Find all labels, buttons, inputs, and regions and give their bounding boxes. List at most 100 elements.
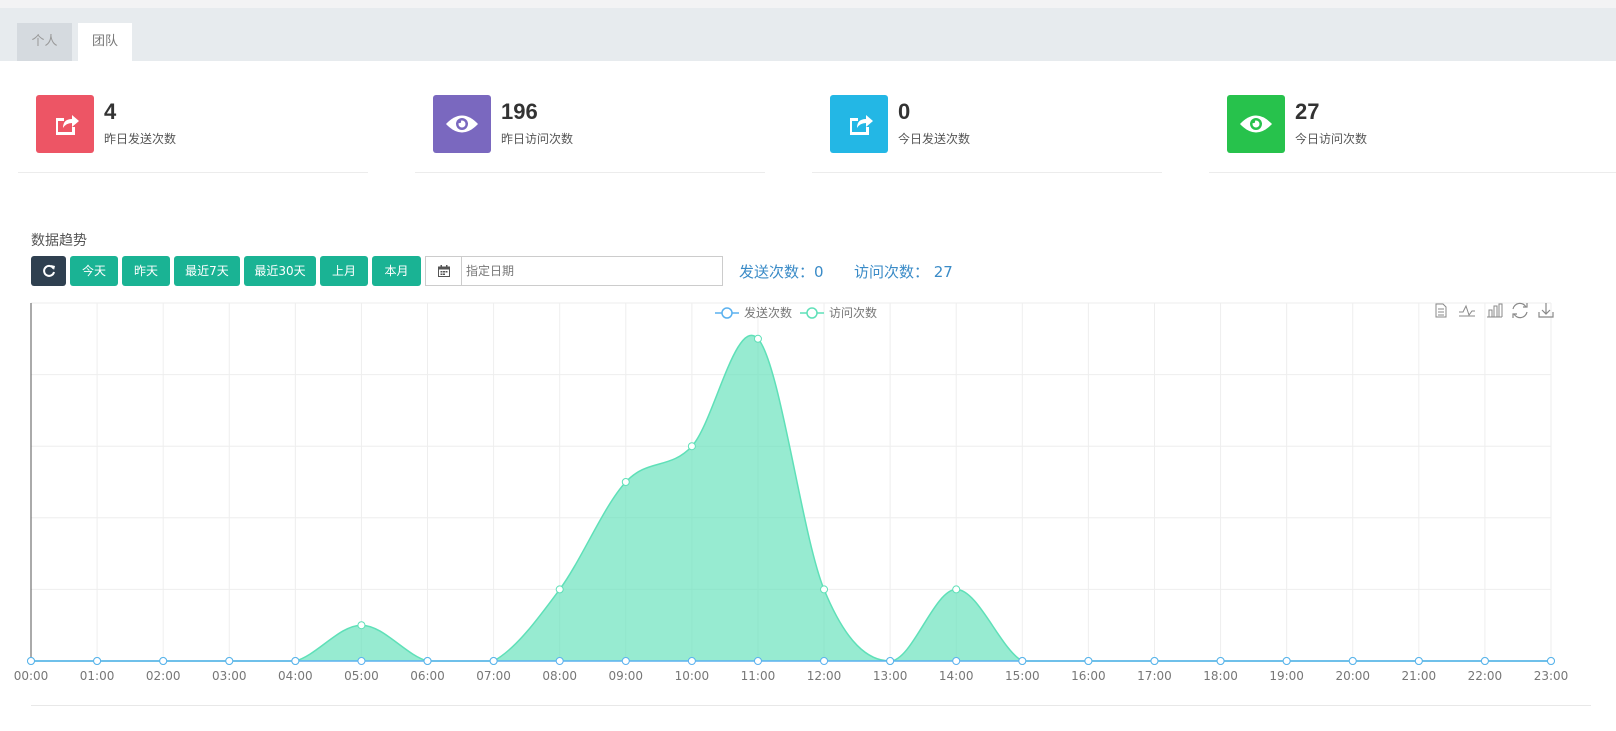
legend-marker <box>721 307 733 319</box>
calendar-icon[interactable] <box>426 257 462 285</box>
x-tick-label: 08:00 <box>542 669 577 683</box>
stat-label: 今日访问次数 <box>1295 132 1368 146</box>
stat-card-today-send: 0 今日发送次数 <box>812 95 1162 173</box>
data-point-sends <box>1282 657 1291 665</box>
eye-icon <box>433 95 491 153</box>
data-point-sends <box>1216 657 1225 665</box>
x-tick-label: 09:00 <box>608 669 643 683</box>
tab-bar: 个人 团队 <box>0 8 1616 61</box>
divider <box>415 172 765 173</box>
trend-chart: 00:00 01:00 02:00 03:00 04:00 05:00 06:00 07:00… <box>0 295 1616 715</box>
tab-team[interactable]: 团队 <box>78 23 132 61</box>
x-tick-label: 20:00 <box>1335 669 1370 683</box>
data-point-visits <box>820 585 829 594</box>
x-tick-label: 04:00 <box>278 669 313 683</box>
stat-label: 今日发送次数 <box>898 132 971 146</box>
data-point-visits <box>555 585 564 594</box>
data-point-visits <box>357 621 366 630</box>
x-tick-label: 18:00 <box>1203 669 1238 683</box>
this-month-button[interactable]: 本月 <box>372 256 421 286</box>
data-point-sends <box>1348 657 1357 665</box>
data-point-sends <box>687 657 696 665</box>
data-point-visits <box>687 442 696 451</box>
last-month-button[interactable]: 上月 <box>320 256 368 286</box>
x-tick-label: 10:00 <box>675 669 710 683</box>
date-picker[interactable] <box>425 256 723 286</box>
data-point-sends <box>621 657 630 665</box>
yesterday-button[interactable]: 昨天 <box>122 256 170 286</box>
stat-value: 0 <box>898 99 911 124</box>
data-point-sends <box>1547 657 1555 665</box>
x-tick-label: 11:00 <box>741 669 776 683</box>
x-tick-label: 02:00 <box>146 669 181 683</box>
x-tick-label: 21:00 <box>1402 669 1437 683</box>
data-point-sends <box>1084 657 1093 665</box>
top-strip <box>0 0 1616 8</box>
stat-card-yesterday-send: 4 昨日发送次数 <box>18 95 368 173</box>
data-point-sends <box>159 657 168 665</box>
divider <box>31 705 1591 706</box>
refresh-button[interactable] <box>31 256 66 286</box>
x-tick-label: 17:00 <box>1137 669 1172 683</box>
x-tick-label: 05:00 <box>344 669 379 683</box>
x-tick-label: 03:00 <box>212 669 247 683</box>
x-tick-label: 01:00 <box>80 669 115 683</box>
data-point-sends <box>820 657 829 665</box>
last-7-days-button[interactable]: 最近7天 <box>174 256 240 286</box>
send-count-summary: 发送次数：0 <box>739 263 824 281</box>
share-icon <box>36 95 94 153</box>
data-point-sends <box>423 657 432 665</box>
data-point-sends <box>1018 657 1027 665</box>
last-30-days-button[interactable]: 最近30天 <box>244 256 316 286</box>
trend-chart-svg: 00:00 01:00 02:00 03:00 04:00 05:00 06:00 07:00… <box>14 302 1569 683</box>
data-point-sends <box>1150 657 1159 665</box>
data-point-sends <box>489 657 498 665</box>
legend-marker <box>806 307 818 319</box>
line-chart-icon[interactable] <box>1459 304 1475 317</box>
stat-value: 4 <box>104 99 117 124</box>
divider <box>18 172 368 173</box>
series-area-visits <box>31 335 1551 661</box>
bar-chart-icon[interactable] <box>1487 303 1503 318</box>
x-tick-label: 22:00 <box>1468 669 1503 683</box>
visit-count-summary: 访问次数： 27 <box>854 263 953 281</box>
data-point-visits <box>753 334 762 343</box>
data-view-icon[interactable] <box>1435 303 1447 318</box>
data-point-sends <box>291 657 300 665</box>
x-tick-label: 19:00 <box>1269 669 1304 683</box>
data-point-sends <box>753 657 762 665</box>
x-tick-label: 14:00 <box>939 669 974 683</box>
x-tick-label: 23:00 <box>1534 669 1569 683</box>
data-point-sends <box>93 657 102 665</box>
data-point-visits <box>952 585 961 594</box>
stat-card-today-visit: 27 今日访问次数 <box>1209 95 1616 173</box>
restore-icon[interactable] <box>1512 302 1528 319</box>
stat-value: 27 <box>1295 99 1320 124</box>
share-icon <box>830 95 888 153</box>
legend-label: 发送次数 <box>744 305 792 320</box>
data-point-sends <box>27 657 35 665</box>
data-point-sends <box>1480 657 1489 665</box>
x-tick-label: 12:00 <box>807 669 842 683</box>
stat-label: 昨日发送次数 <box>104 132 177 146</box>
refresh-icon <box>42 264 55 277</box>
tab-personal[interactable]: 个人 <box>17 23 72 61</box>
x-tick-label: 13:00 <box>873 669 908 683</box>
eye-icon <box>1227 95 1285 153</box>
data-point-sends <box>555 657 564 665</box>
today-button[interactable]: 今天 <box>70 256 118 286</box>
x-tick-label: 16:00 <box>1071 669 1106 683</box>
data-point-sends <box>225 657 234 665</box>
x-tick-label: 00:00 <box>14 669 49 683</box>
data-point-sends <box>886 657 895 665</box>
date-input[interactable] <box>466 261 716 281</box>
legend-label: 访问次数 <box>829 305 877 320</box>
data-point-sends <box>952 657 961 665</box>
divider <box>812 172 1162 173</box>
stat-label: 昨日访问次数 <box>501 132 574 146</box>
data-point-sends <box>1414 657 1423 665</box>
data-point-sends <box>357 657 366 665</box>
stat-value: 196 <box>501 99 538 124</box>
trend-title: 数据趋势 <box>31 233 87 249</box>
x-tick-label: 07:00 <box>476 669 511 683</box>
